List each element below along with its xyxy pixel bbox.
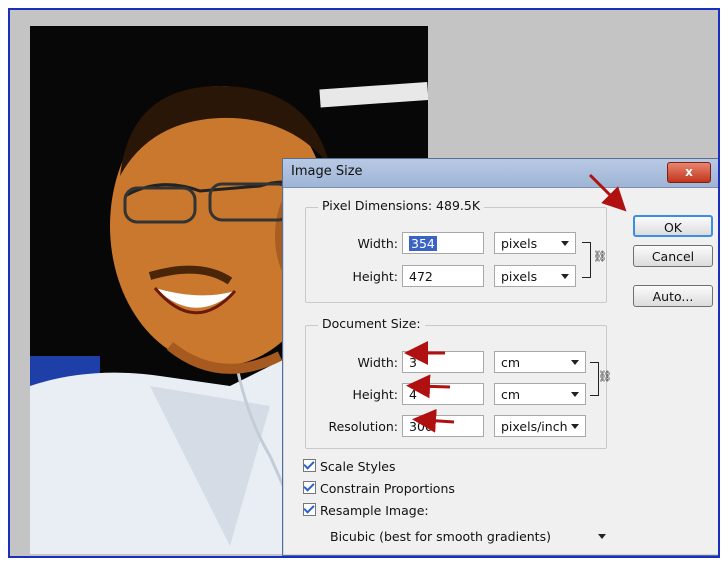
height-arrow-icon [406,374,451,399]
ok-arrow-icon [588,173,627,212]
resolution-arrow-icon [412,408,455,433]
annotation-arrows [404,173,627,433]
screenshot-frame: Image Size x Pixel Dimensions: 489.5K Wi… [8,8,720,558]
